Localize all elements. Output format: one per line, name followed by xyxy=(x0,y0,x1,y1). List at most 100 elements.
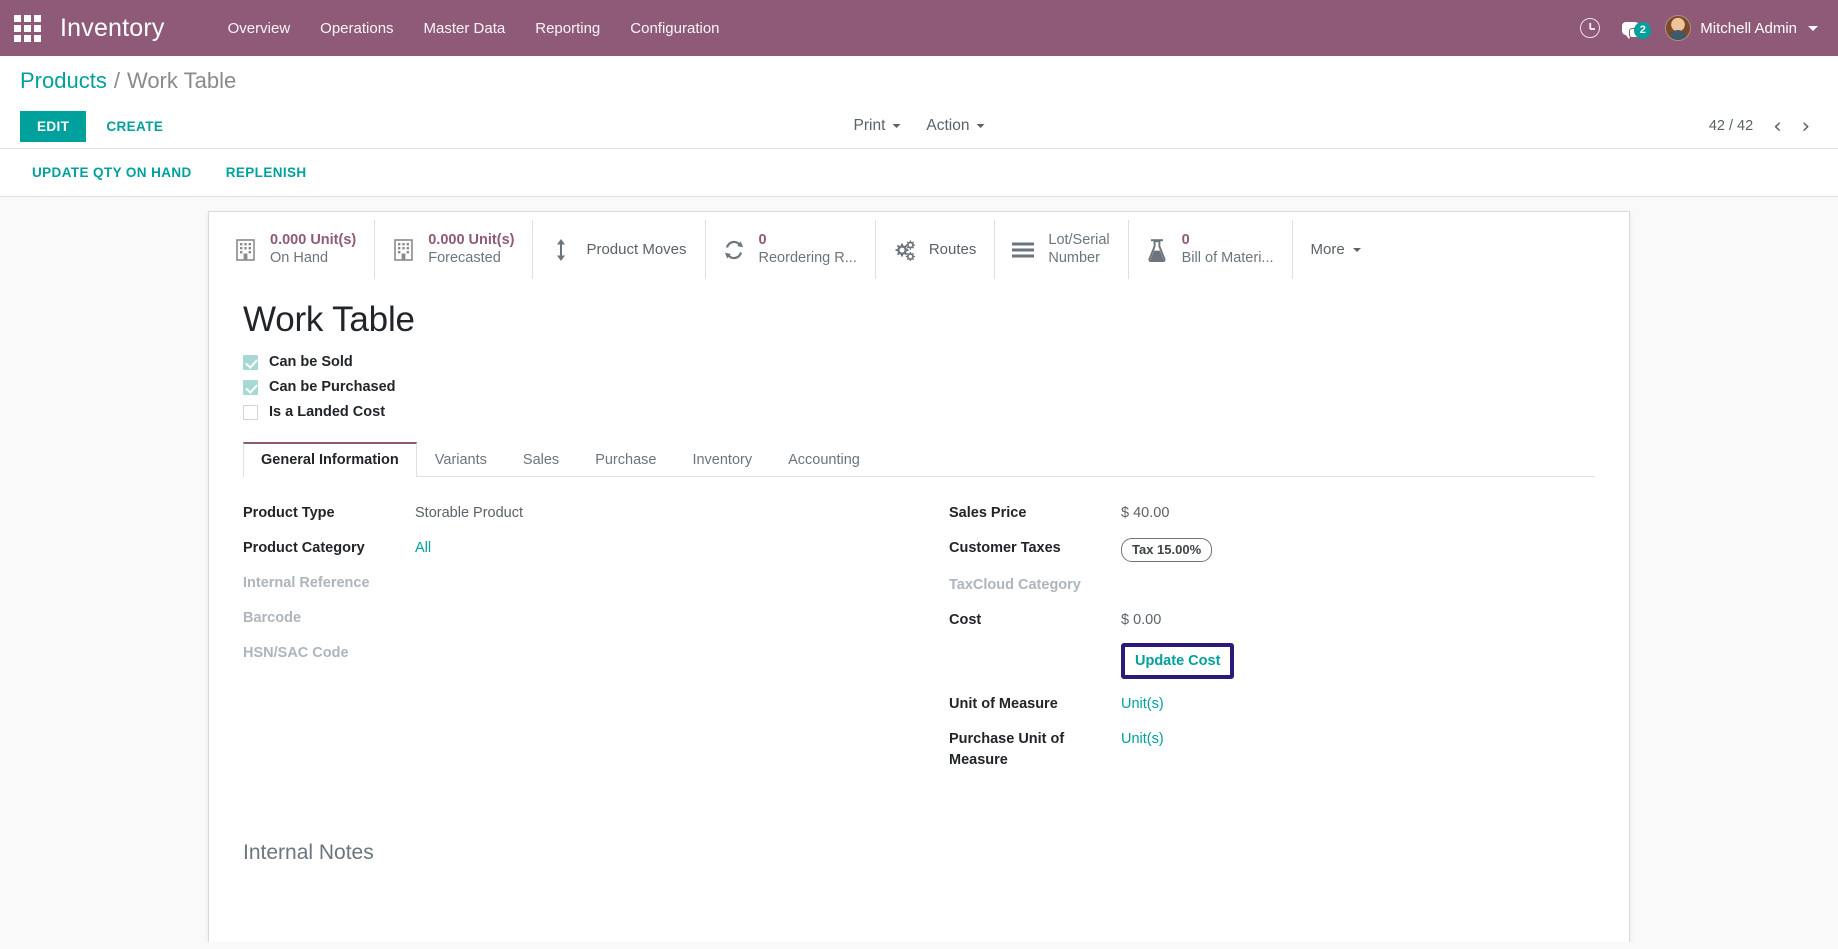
field-label-cost: Cost xyxy=(949,611,982,628)
stat-label: Bill of Materi... xyxy=(1181,249,1274,266)
update-qty-on-hand-button[interactable]: UPDATE QTY ON HAND xyxy=(20,159,204,186)
tab-purchase[interactable]: Purchase xyxy=(577,442,674,477)
field-value-product-type[interactable]: Storable Product xyxy=(415,503,523,524)
field-product-category: Product Category All xyxy=(243,538,879,560)
form-view-area: 0.000 Unit(s) On Hand 0.000 Unit(s) Fore… xyxy=(0,197,1838,942)
apps-grid-icon[interactable] xyxy=(10,11,44,45)
building-icon xyxy=(233,238,257,261)
menu-item-master-data[interactable]: Master Data xyxy=(409,12,521,45)
form-columns: Product Type Storable Product Product Ca… xyxy=(243,503,1595,783)
menu-item-operations[interactable]: Operations xyxy=(305,12,408,45)
field-value-unit-of-measure[interactable]: Unit(s) xyxy=(1121,694,1164,715)
field-value-cost[interactable]: $ 0.00 xyxy=(1121,610,1161,631)
field-label-sales-price: Sales Price xyxy=(949,505,1027,522)
avatar xyxy=(1665,15,1692,41)
record-button-bar: UPDATE QTY ON HAND REPLENISH xyxy=(0,149,1838,197)
stat-button-forecasted[interactable]: 0.000 Unit(s) Forecasted xyxy=(375,220,534,280)
print-label: Print xyxy=(853,117,886,134)
field-label-product-category: Product Category xyxy=(243,540,365,557)
chevron-down-icon xyxy=(892,124,901,128)
field-hsn-sac-code: HSN/SAC Code xyxy=(243,643,879,665)
stat-button-reordering-rules[interactable]: 0 Reordering R... xyxy=(706,220,876,280)
checkbox-can-be-purchased[interactable] xyxy=(243,379,258,395)
checkbox-is-a-landed-cost[interactable] xyxy=(243,404,258,420)
tab-sales[interactable]: Sales xyxy=(505,442,577,477)
stat-value: 0 xyxy=(1181,232,1190,248)
field-taxcloud-category: TaxCloud Category xyxy=(949,575,1555,597)
control-panel-dropdowns: Print Action xyxy=(844,111,995,141)
breadcrumb: Products / Work Table xyxy=(20,68,1818,94)
print-dropdown[interactable]: Print xyxy=(844,111,911,141)
breadcrumb-current: Work Table xyxy=(126,68,237,93)
form-sheet: 0.000 Unit(s) On Hand 0.000 Unit(s) Fore… xyxy=(208,211,1630,942)
status-badge-tax: Tax 15.00% xyxy=(1121,538,1213,562)
stat-button-box: 0.000 Unit(s) On Hand 0.000 Unit(s) Fore… xyxy=(209,212,1629,280)
stat-button-bill-of-materials[interactable]: 0 Bill of Materi... xyxy=(1129,220,1293,280)
field-unit-of-measure: Unit of Measure Unit(s) xyxy=(949,694,1555,716)
breadcrumb-products-link[interactable]: Products xyxy=(20,68,107,94)
building-icon xyxy=(391,238,415,261)
menu-item-overview[interactable]: Overview xyxy=(213,12,306,45)
field-label-purchase-unit-of-measure: Purchase Unit of Measure xyxy=(949,731,1065,768)
control-panel: Products / Work Table EDIT CREATE Print … xyxy=(0,56,1838,149)
checkbox-row-is-a-landed-cost[interactable]: Is a Landed Cost xyxy=(243,404,1595,420)
update-cost-row: Update Cost xyxy=(949,642,1555,679)
stat-button-product-moves[interactable]: Product Moves xyxy=(533,220,706,280)
stat-label-line2: Number xyxy=(1048,249,1100,266)
action-dropdown[interactable]: Action xyxy=(916,111,994,141)
field-label-taxcloud-category: TaxCloud Category xyxy=(949,576,1081,593)
field-label-unit-of-measure: Unit of Measure xyxy=(949,696,1058,712)
stat-value: 0.000 Unit(s) xyxy=(428,232,515,248)
pager-next-button[interactable]: › xyxy=(1794,114,1818,139)
create-button[interactable]: CREATE xyxy=(92,111,177,142)
field-value-customer-taxes[interactable]: Tax 15.00% xyxy=(1121,538,1213,562)
field-purchase-unit-of-measure: Purchase Unit of Measure Unit(s) xyxy=(949,729,1555,770)
stat-text: Lot/Serial Number xyxy=(1048,232,1109,267)
stat-text: 0.000 Unit(s) Forecasted xyxy=(428,232,514,267)
top-navbar: Inventory Overview Operations Master Dat… xyxy=(0,0,1838,56)
flask-icon xyxy=(1145,238,1169,262)
arrows-vertical-icon xyxy=(549,238,573,262)
activities-button[interactable] xyxy=(1568,12,1612,44)
internal-notes-heading: Internal Notes xyxy=(243,841,374,865)
field-value-sales-price[interactable]: $ 40.00 xyxy=(1121,503,1169,524)
field-cost: Cost $ 0.00 xyxy=(949,610,1555,632)
chevron-down-icon xyxy=(1808,25,1818,31)
form-column-right: Sales Price $ 40.00 Customer Taxes Tax 1… xyxy=(919,503,1595,783)
stat-button-on-hand[interactable]: 0.000 Unit(s) On Hand xyxy=(217,220,376,280)
user-menu[interactable]: Mitchell Admin xyxy=(1653,9,1822,47)
app-brand-title[interactable]: Inventory xyxy=(60,14,165,43)
page-title: Work Table xyxy=(243,300,415,340)
sheet-body: Work Table Can be Sold Can be Purchased … xyxy=(209,280,1629,895)
stat-button-lot-serial-number[interactable]: Lot/Serial Number xyxy=(995,220,1129,280)
stat-label: Product Moves xyxy=(586,241,687,259)
checkbox-row-can-be-purchased[interactable]: Can be Purchased xyxy=(243,379,1595,395)
tab-inventory[interactable]: Inventory xyxy=(674,442,770,477)
notebook-tabs: General Information Variants Sales Purch… xyxy=(243,442,1595,478)
pager-previous-button[interactable]: ‹ xyxy=(1765,114,1789,139)
field-sales-price: Sales Price $ 40.00 xyxy=(949,503,1555,525)
checkbox-can-be-sold[interactable] xyxy=(243,354,258,370)
field-product-type: Product Type Storable Product xyxy=(243,503,879,525)
field-label-internal-reference: Internal Reference xyxy=(243,575,370,592)
messages-button[interactable]: 2 xyxy=(1612,16,1653,41)
control-panel-actions: EDIT CREATE Print Action 42 / 42 ‹ › xyxy=(20,104,1818,148)
stat-label: Forecasted xyxy=(428,249,501,266)
tab-variants[interactable]: Variants xyxy=(417,442,505,477)
edit-button[interactable]: EDIT xyxy=(20,110,87,142)
checkbox-row-can-be-sold[interactable]: Can be Sold xyxy=(243,354,1595,370)
field-customer-taxes: Customer Taxes Tax 15.00% xyxy=(949,538,1555,562)
update-cost-button[interactable]: Update Cost xyxy=(1125,646,1231,675)
stat-button-routes[interactable]: Routes xyxy=(876,220,996,280)
stat-more-dropdown[interactable]: More xyxy=(1293,220,1379,279)
tab-accounting[interactable]: Accounting xyxy=(770,442,878,477)
form-column-left: Product Type Storable Product Product Ca… xyxy=(243,503,919,783)
menu-item-reporting[interactable]: Reporting xyxy=(520,12,615,45)
field-value-product-category[interactable]: All xyxy=(415,538,431,559)
refresh-icon xyxy=(722,239,746,261)
user-name-label: Mitchell Admin xyxy=(1700,19,1797,37)
field-value-purchase-unit-of-measure[interactable]: Unit(s) xyxy=(1121,729,1164,750)
tab-general-information[interactable]: General Information xyxy=(243,442,417,478)
replenish-button[interactable]: REPLENISH xyxy=(214,159,319,186)
menu-item-configuration[interactable]: Configuration xyxy=(615,12,734,45)
